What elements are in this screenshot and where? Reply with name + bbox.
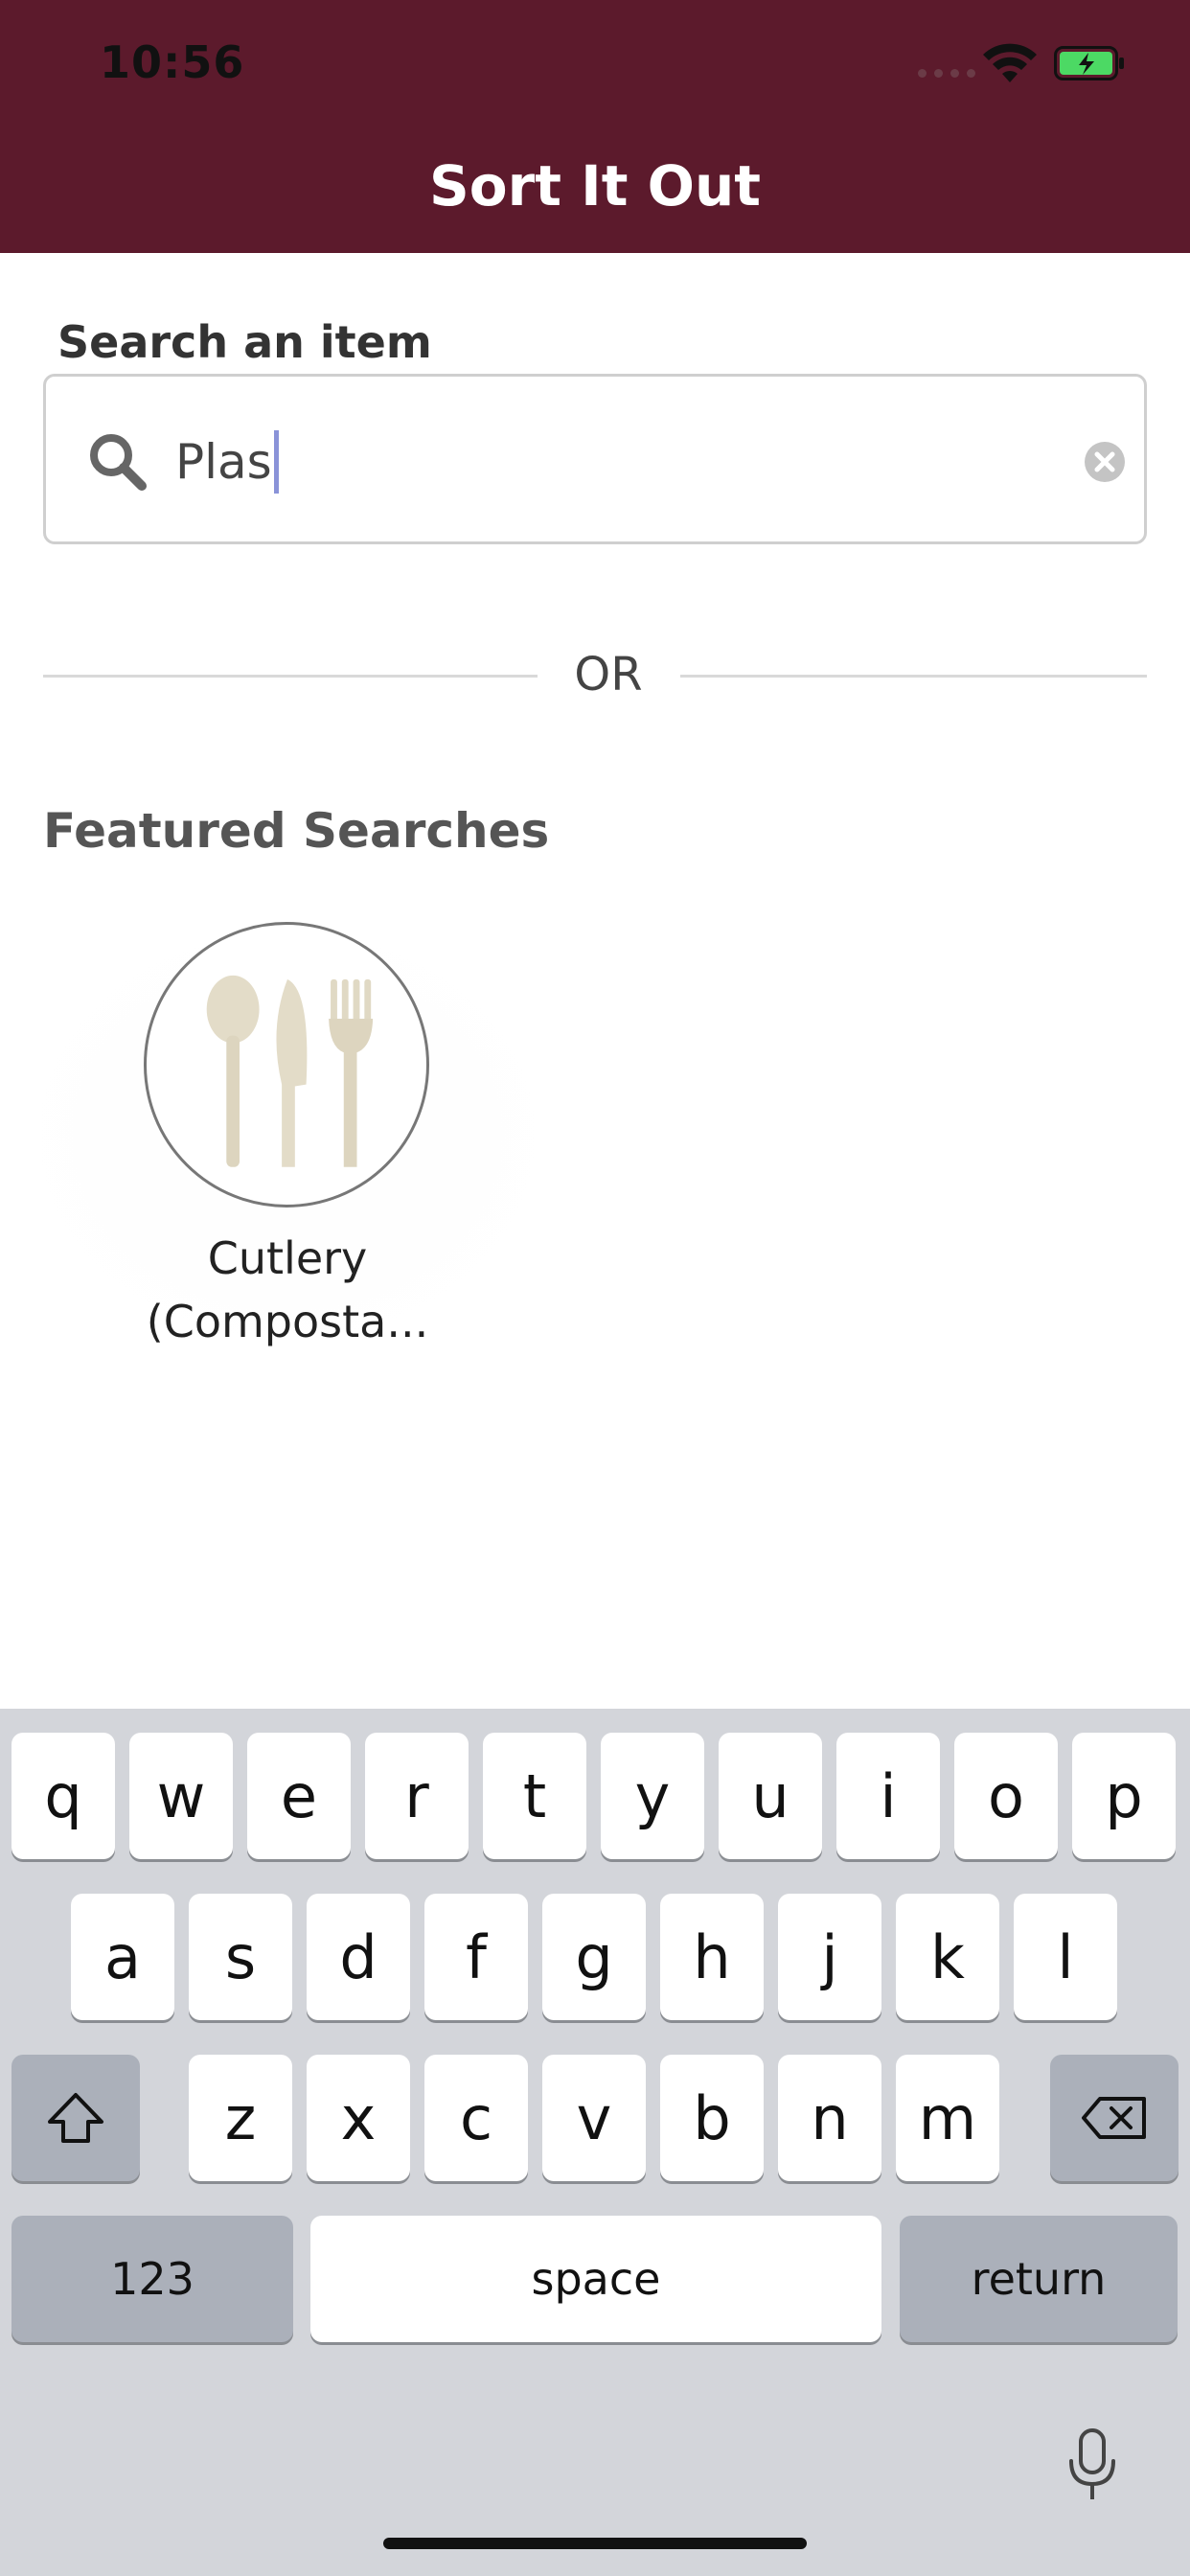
key-k[interactable]: k	[896, 1894, 999, 2020]
numbers-key[interactable]: 123	[11, 2216, 293, 2342]
clear-icon[interactable]	[1083, 440, 1127, 484]
key-i[interactable]: i	[836, 1733, 940, 1859]
or-divider-text: OR	[574, 648, 643, 702]
key-r[interactable]: r	[365, 1733, 469, 1859]
divider-line-right	[680, 675, 1147, 678]
page-title: Sort It Out	[429, 153, 761, 218]
key-x[interactable]: x	[307, 2055, 410, 2181]
key-s[interactable]: s	[189, 1894, 292, 2020]
key-o[interactable]: o	[954, 1733, 1058, 1859]
key-f[interactable]: f	[424, 1894, 528, 2020]
key-y[interactable]: y	[601, 1733, 704, 1859]
signal-dots-icon	[918, 69, 975, 78]
cutlery-icon	[206, 975, 374, 1167]
key-t[interactable]: t	[483, 1733, 586, 1859]
search-label: Search an item	[57, 316, 432, 368]
wifi-icon	[983, 43, 1037, 82]
search-icon	[90, 434, 147, 491]
key-h[interactable]: h	[660, 1894, 764, 2020]
key-w[interactable]: w	[129, 1733, 233, 1859]
featured-item-cutlery[interactable]	[144, 922, 429, 1208]
keyboard: q w e r t y u i o p a s d f g h j k l z …	[0, 1709, 1190, 2576]
home-indicator[interactable]	[383, 2538, 807, 2549]
microphone-icon[interactable]	[1064, 2426, 1121, 2503]
search-input-value[interactable]: Plas	[175, 428, 279, 495]
key-b[interactable]: b	[660, 2055, 764, 2181]
key-v[interactable]: v	[542, 2055, 646, 2181]
featured-item-label[interactable]: Cutlery (Composta...	[96, 1227, 479, 1353]
shift-key[interactable]	[11, 2055, 140, 2181]
key-c[interactable]: c	[424, 2055, 528, 2181]
app-header: 10:56 Sort It Out	[0, 0, 1190, 253]
key-m[interactable]: m	[896, 2055, 999, 2181]
status-time: 10:56	[100, 36, 245, 88]
backspace-key[interactable]	[1050, 2055, 1179, 2181]
return-key[interactable]: return	[900, 2216, 1178, 2342]
divider-line-left	[43, 675, 538, 678]
key-a[interactable]: a	[71, 1894, 174, 2020]
key-z[interactable]: z	[189, 2055, 292, 2181]
search-input[interactable]: Plas	[43, 374, 1147, 544]
backspace-icon	[1082, 2097, 1146, 2139]
space-key[interactable]: space	[310, 2216, 881, 2342]
key-j[interactable]: j	[778, 1894, 881, 2020]
key-e[interactable]: e	[247, 1733, 351, 1859]
battery-charging-icon	[1054, 46, 1124, 80]
key-l[interactable]: l	[1014, 1894, 1117, 2020]
search-text: Plas	[175, 434, 272, 490]
key-d[interactable]: d	[307, 1894, 410, 2020]
featured-searches-title: Featured Searches	[43, 803, 550, 859]
key-u[interactable]: u	[719, 1733, 822, 1859]
key-n[interactable]: n	[778, 2055, 881, 2181]
text-caret	[273, 430, 279, 494]
key-q[interactable]: q	[11, 1733, 115, 1859]
key-p[interactable]: p	[1072, 1733, 1176, 1859]
screen: 10:56 Sort It Out Search an item Plas OR…	[0, 0, 1190, 2576]
key-g[interactable]: g	[542, 1894, 646, 2020]
shift-icon	[48, 2093, 103, 2143]
